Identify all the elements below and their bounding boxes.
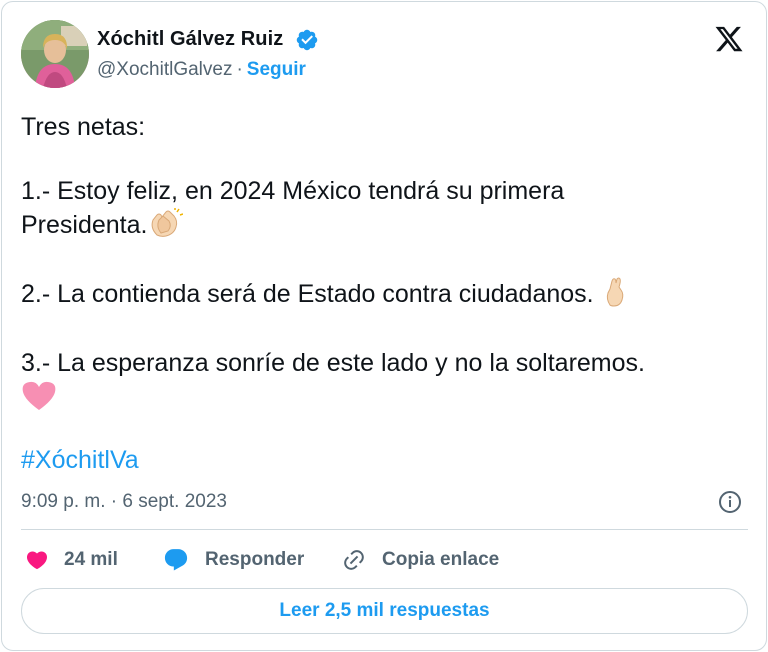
follow-link[interactable]: Seguir <box>247 59 306 80</box>
info-icon[interactable] <box>718 490 742 514</box>
verified-badge-icon <box>296 29 318 51</box>
like-button[interactable]: 24 mil <box>24 545 118 575</box>
tweet-line-2: 2.- La contienda será de Estado contra c… <box>21 277 741 316</box>
heart-icon <box>26 551 48 570</box>
copy-link-label: Copia enlace <box>382 549 500 570</box>
crossed-fingers-icon <box>601 277 631 316</box>
clapping-hands-icon <box>147 208 184 247</box>
timestamp-link[interactable]: 9:09 p. m. · 6 sept. 2023 <box>21 491 227 513</box>
x-logo-icon[interactable] <box>714 24 744 54</box>
divider <box>21 529 748 530</box>
hashtag-link[interactable]: #XóchitlVa <box>21 446 139 475</box>
tweet-line-2-text: 2.- La contienda será de Estado contra c… <box>21 280 601 308</box>
read-replies-button[interactable]: Leer 2,5 mil respuestas <box>21 588 748 634</box>
likes-count: 24 mil <box>64 549 118 570</box>
copy-link-button[interactable]: Copia enlace <box>342 545 499 575</box>
author-handle[interactable]: @XochitlGalvez <box>97 59 232 80</box>
tweet-line-1: 1.- Estoy feliz, en 2024 México tendrá s… <box>21 177 565 205</box>
reply-button[interactable]: Responder <box>163 545 304 575</box>
avatar[interactable] <box>21 20 89 88</box>
tweet-line-3b <box>21 380 741 421</box>
tweet-line-1b-text: Presidenta. <box>21 211 148 239</box>
link-icon <box>344 550 364 570</box>
tweet-line-1b: Presidenta. <box>21 208 741 247</box>
reply-label: Responder <box>205 549 305 570</box>
author-name[interactable]: Xóchitl Gálvez Ruiz <box>97 28 283 51</box>
pink-heart-icon <box>21 380 57 421</box>
separator-dot: · <box>236 59 243 80</box>
tweet-line-3: 3.- La esperanza sonríe de este lado y n… <box>21 349 645 377</box>
tweet-embed-card: Xóchitl Gálvez Ruiz @XochitlGalvez · Segui… <box>1 1 767 651</box>
tweet-text: Tres netas: 1.- Estoy feliz, en 2024 Méx… <box>21 110 741 421</box>
tweet-line-intro: Tres netas: <box>21 113 146 141</box>
reply-bubble-icon <box>164 549 188 571</box>
handle-row: @XochitlGalvez · Seguir <box>97 59 306 81</box>
